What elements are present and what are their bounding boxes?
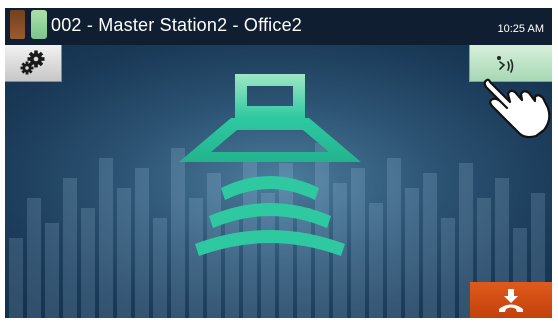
settings-button[interactable] <box>5 45 62 82</box>
intercom-screen: 002 - Master Station2 - Office2 10:25 AM <box>5 8 552 318</box>
gear-icon <box>20 50 45 75</box>
status-bar: 002 - Master Station2 - Office2 10:25 AM <box>5 8 552 45</box>
hand-pointer-icon <box>483 78 551 139</box>
hang-up-icon <box>499 289 523 312</box>
station-title: 002 - Master Station2 - Office2 <box>51 15 302 35</box>
hang-up-button[interactable] <box>470 282 552 318</box>
speaker-icon <box>179 74 361 256</box>
clock: 10:25 AM <box>497 23 544 35</box>
status-indicator-red <box>10 10 25 39</box>
status-indicator-green <box>31 10 47 39</box>
